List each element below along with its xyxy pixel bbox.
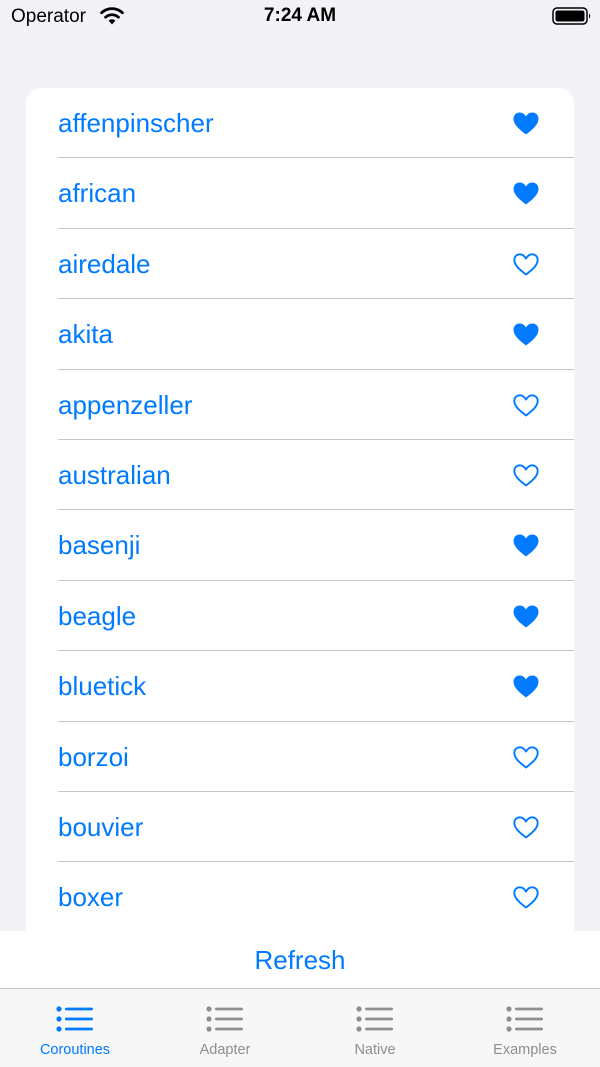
heart-filled-icon[interactable] (512, 111, 540, 136)
breed-name: australian (58, 459, 171, 490)
tab-examples[interactable]: Examples (450, 989, 600, 1067)
breed-name: akita (58, 319, 113, 350)
breed-name: bluetick (58, 671, 147, 702)
breed-name: beagle (58, 600, 137, 631)
heart-filled-icon[interactable] (512, 181, 540, 206)
list-item[interactable]: boxer (26, 862, 574, 931)
tab-label: Examples (493, 1042, 557, 1058)
clock: 7:24 AM (263, 5, 337, 26)
heart-filled-icon[interactable] (512, 674, 540, 699)
heart-outline-icon[interactable] (512, 463, 540, 488)
tab-label: Adapter (199, 1042, 251, 1058)
list-icon (206, 1006, 243, 1032)
tab-bar: Coroutines Adapter Native Examples (0, 988, 600, 1067)
breed-name: basenji (58, 530, 141, 561)
list-item[interactable]: airedale (26, 229, 574, 300)
list-item[interactable]: akita (26, 299, 574, 370)
refresh-button[interactable]: Refresh (254, 931, 345, 989)
tab-native[interactable]: Native (300, 989, 450, 1067)
tab-label: Coroutines (39, 1042, 111, 1058)
heart-filled-icon[interactable] (512, 533, 540, 558)
list-item[interactable]: appenzeller (26, 370, 574, 441)
tab-label: Native (354, 1042, 396, 1058)
heart-filled-icon[interactable] (512, 604, 540, 629)
breed-name: bouvier (58, 811, 144, 842)
heart-outline-icon[interactable] (512, 393, 540, 418)
list-icon (506, 1006, 543, 1032)
breed-list[interactable]: affenpinscher african airedale akita app… (26, 88, 574, 931)
list-icon (56, 1006, 93, 1032)
heart-outline-icon[interactable] (512, 815, 540, 840)
list-item[interactable]: bouvier (26, 792, 574, 863)
breed-name: affenpinscher (58, 108, 214, 138)
breed-name: borzoi (58, 741, 129, 772)
refresh-bar: Refresh (0, 931, 600, 989)
battery-icon (552, 7, 591, 25)
heart-outline-icon[interactable] (512, 885, 540, 910)
list-item[interactable]: affenpinscher (26, 88, 574, 159)
tab-coroutines[interactable]: Coroutines (0, 989, 150, 1067)
list-item[interactable]: basenji (26, 510, 574, 582)
list-item[interactable]: bluetick (26, 651, 574, 722)
breed-list-card: affenpinscher african airedale akita app… (26, 88, 574, 931)
list-item[interactable]: borzoi (26, 722, 574, 793)
heart-filled-icon[interactable] (512, 322, 540, 347)
heart-outline-icon[interactable] (512, 252, 540, 277)
list-item[interactable]: australian (26, 440, 574, 511)
breed-name: african (58, 178, 137, 209)
status-bar: Operator 7:24 AM (0, 0, 600, 36)
breed-name: airedale (58, 248, 151, 279)
list-item[interactable]: beagle (26, 581, 574, 652)
list-item[interactable]: african (26, 158, 574, 230)
list-icon (356, 1006, 393, 1032)
breed-name: boxer (58, 882, 124, 913)
heart-outline-icon[interactable] (512, 745, 540, 770)
tab-adapter[interactable]: Adapter (150, 989, 300, 1067)
breed-name: appenzeller (58, 389, 193, 420)
